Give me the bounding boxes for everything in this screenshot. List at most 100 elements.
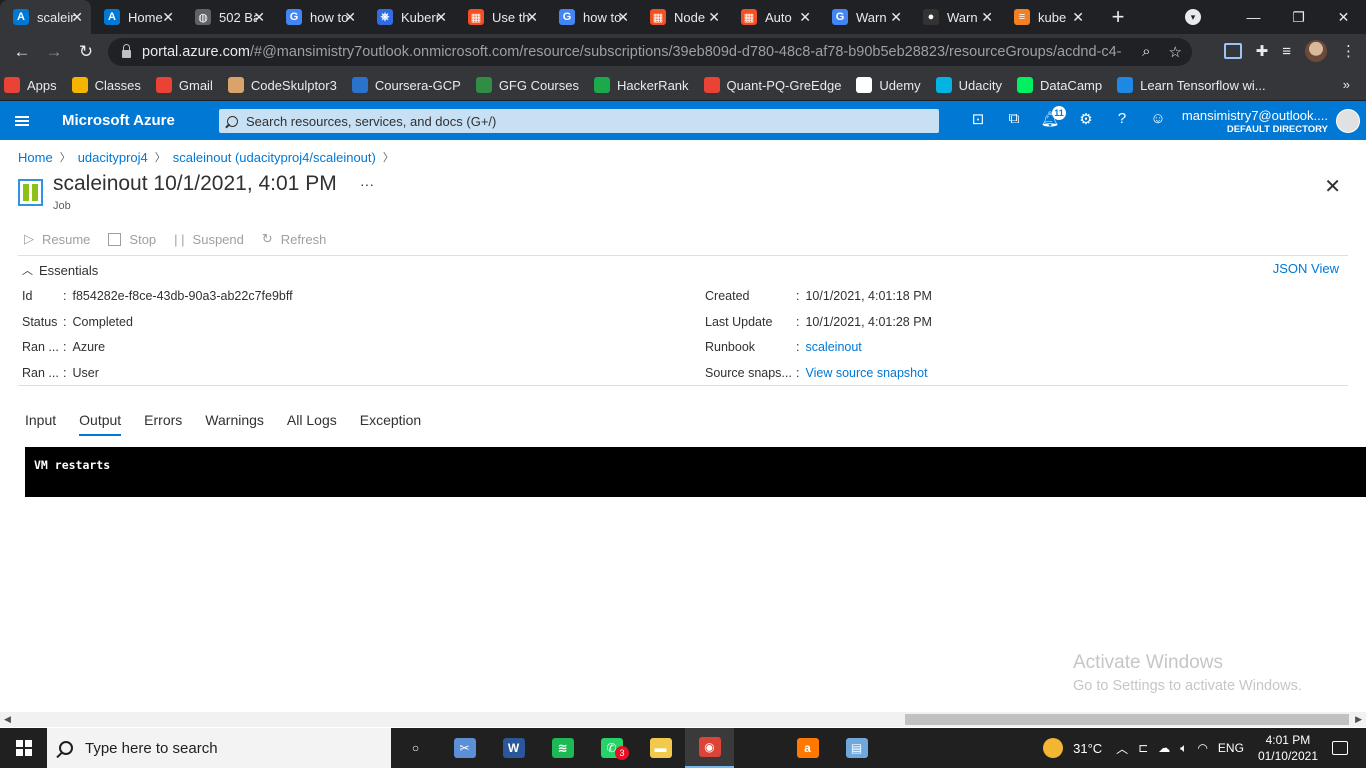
browser-tab[interactable]: ▦ Use the✕	[455, 0, 546, 34]
volume-icon[interactable]: 🔈︎	[1180, 741, 1187, 756]
close-tab-icon[interactable]: ✕	[1072, 9, 1084, 26]
close-tab-icon[interactable]: ✕	[253, 9, 265, 26]
portal-menu-icon[interactable]	[15, 115, 29, 126]
taskbar-app[interactable]: W	[489, 728, 538, 768]
close-tab-icon[interactable]: ✕	[435, 9, 447, 26]
more-options-icon[interactable]: ···	[360, 176, 374, 192]
new-tab-button[interactable]: +	[1106, 4, 1130, 30]
taskbar-app[interactable]: ▬	[636, 728, 685, 768]
close-tab-icon[interactable]: ✕	[526, 9, 538, 26]
taskbar-app[interactable]: ≋	[538, 728, 587, 768]
bookmark-item[interactable]: CodeSkulptor3	[227, 77, 337, 93]
bookmark-item[interactable]: Classes	[71, 77, 141, 93]
close-blade-icon[interactable]: ✕	[1324, 174, 1341, 199]
tab-input[interactable]: Input	[25, 412, 56, 436]
taskbar-app[interactable]: ◉	[685, 728, 734, 768]
tab-output[interactable]: Output	[79, 412, 122, 436]
essentials-toggle[interactable]: ︿ Essentials	[22, 262, 98, 278]
browser-tab[interactable]: G Warn ✕	[819, 0, 910, 34]
bookmark-item[interactable]: HackerRank	[594, 77, 689, 93]
stop-button[interactable]: Stop	[108, 231, 156, 247]
account-avatar[interactable]	[1336, 109, 1360, 133]
taskbar-app[interactable]: ✆ 3	[587, 728, 636, 768]
puzzle-icon[interactable]: ✚	[1256, 42, 1269, 60]
bookmark-item[interactable]: GFG Courses	[475, 77, 579, 93]
settings-gear-icon[interactable]: ⚙	[1068, 110, 1104, 128]
horizontal-scrollbar[interactable]: ◀ ▶	[0, 712, 1366, 727]
directory-filter-icon[interactable]: ⧉	[996, 110, 1032, 128]
breadcrumb-home[interactable]: Home	[18, 150, 53, 165]
weather-widget[interactable]: 31°C	[1043, 738, 1102, 758]
browser-tab[interactable]: ≡ kube ✕	[1001, 0, 1092, 34]
taskbar-search-input[interactable]: Type here to search	[47, 728, 391, 768]
close-tab-icon[interactable]: ✕	[344, 9, 356, 26]
lock-icon[interactable]	[122, 44, 131, 58]
taskbar-app[interactable]: ○	[391, 728, 440, 768]
browser-tab[interactable]: Ascaleinout✕	[0, 0, 91, 34]
cloud-shell-icon[interactable]: ⊡	[960, 110, 996, 128]
extension-icon[interactable]	[1223, 43, 1242, 59]
browser-tab[interactable]: ▦ Auto ✕	[728, 0, 819, 34]
forward-icon[interactable]: →	[38, 42, 70, 62]
network-icon[interactable]: ⊏	[1138, 741, 1148, 755]
wifi-icon[interactable]: ◠	[1197, 741, 1207, 755]
close-tab-icon[interactable]: ✕	[890, 9, 902, 26]
chevron-up-icon[interactable]: ︿	[1116, 740, 1128, 757]
refresh-button[interactable]: ↻ Refresh	[262, 231, 326, 247]
scroll-left-icon[interactable]: ◀	[4, 714, 11, 725]
language-indicator[interactable]: ENG	[1218, 741, 1244, 755]
bookmark-star-icon[interactable]: ☆	[1169, 43, 1182, 61]
action-center-icon[interactable]	[1332, 741, 1348, 755]
breadcrumb-runbook[interactable]: scaleinout (udacityproj4/scaleinout)	[173, 150, 376, 165]
bookmark-item[interactable]: Coursera-GCP	[351, 77, 461, 93]
clock[interactable]: 4:01 PM 01/10/2021	[1258, 732, 1318, 764]
bookmark-item[interactable]: Learn Tensorflow wi...	[1117, 77, 1266, 93]
tab-all-logs[interactable]: All Logs	[287, 412, 337, 436]
breadcrumb-resource-group[interactable]: udacityproj4	[78, 150, 148, 165]
azure-search-input[interactable]: Search resources, services, and docs (G+…	[219, 109, 939, 133]
bookmark-item[interactable]: Apps	[4, 77, 57, 93]
resume-button[interactable]: ▷ Resume	[24, 231, 90, 247]
back-icon[interactable]: ←	[6, 42, 38, 62]
taskbar-app[interactable]: ▤	[832, 728, 881, 768]
browser-tab[interactable]: ⎈ Kubernetes✕	[364, 0, 455, 34]
tab-exception[interactable]: Exception	[360, 412, 421, 436]
taskbar-app[interactable]	[734, 728, 783, 768]
bookmark-item[interactable]: Quant-PQ-GreEdge	[703, 77, 841, 93]
tab-search-icon[interactable]: ▾	[1185, 9, 1201, 25]
scrollbar-thumb[interactable]	[905, 714, 1349, 725]
close-tab-icon[interactable]: ✕	[799, 9, 811, 26]
close-window-icon[interactable]: ✕	[1321, 9, 1366, 26]
tab-errors[interactable]: Errors	[144, 412, 182, 436]
url-text[interactable]: portal.azure.com/#@mansimistry7outlook.o…	[142, 44, 1122, 60]
help-icon[interactable]: ?	[1104, 110, 1140, 128]
browser-tab[interactable]: A Home ✕	[91, 0, 182, 34]
bookmark-item[interactable]: Gmail	[155, 77, 213, 93]
reload-icon[interactable]: ↻	[70, 42, 102, 62]
source-snapshot-link[interactable]: View source snapshot	[805, 366, 927, 392]
browser-tab[interactable]: ▦ Node ✕	[637, 0, 728, 34]
close-tab-icon[interactable]: ✕	[162, 9, 174, 26]
address-bar[interactable]: portal.azure.com/#@mansimistry7outlook.o…	[108, 38, 1192, 66]
taskbar-app[interactable]: a	[783, 728, 832, 768]
profile-avatar[interactable]	[1305, 40, 1327, 62]
json-view-link[interactable]: JSON View	[1273, 261, 1339, 276]
suspend-button[interactable]: | | Suspend	[174, 231, 244, 247]
start-button[interactable]	[0, 728, 47, 768]
more-bookmarks-icon[interactable]: »	[1343, 77, 1350, 92]
account-info[interactable]: mansimistry7@outlook.... DEFAULT DIRECTO…	[1182, 108, 1328, 135]
bookmark-item[interactable]: Udemy	[856, 77, 921, 93]
tab-warnings[interactable]: Warnings	[205, 412, 264, 436]
close-tab-icon[interactable]: ✕	[71, 9, 83, 26]
bookmark-item[interactable]: DataCamp	[1016, 77, 1102, 93]
minimize-icon[interactable]: —	[1231, 9, 1276, 25]
close-tab-icon[interactable]: ✕	[981, 9, 993, 26]
browser-tab[interactable]: Ghow to ✕	[546, 0, 637, 34]
runbook-link[interactable]: scaleinout	[805, 340, 861, 366]
scroll-right-icon[interactable]: ▶	[1355, 714, 1362, 725]
taskbar-app[interactable]: ✂	[440, 728, 489, 768]
chrome-menu-icon[interactable]: ⋮	[1341, 42, 1356, 60]
onedrive-cloud-icon[interactable]: ☁	[1158, 741, 1170, 755]
bookmark-item[interactable]: Udacity	[935, 77, 1002, 93]
feedback-icon[interactable]: ☺	[1140, 110, 1176, 128]
